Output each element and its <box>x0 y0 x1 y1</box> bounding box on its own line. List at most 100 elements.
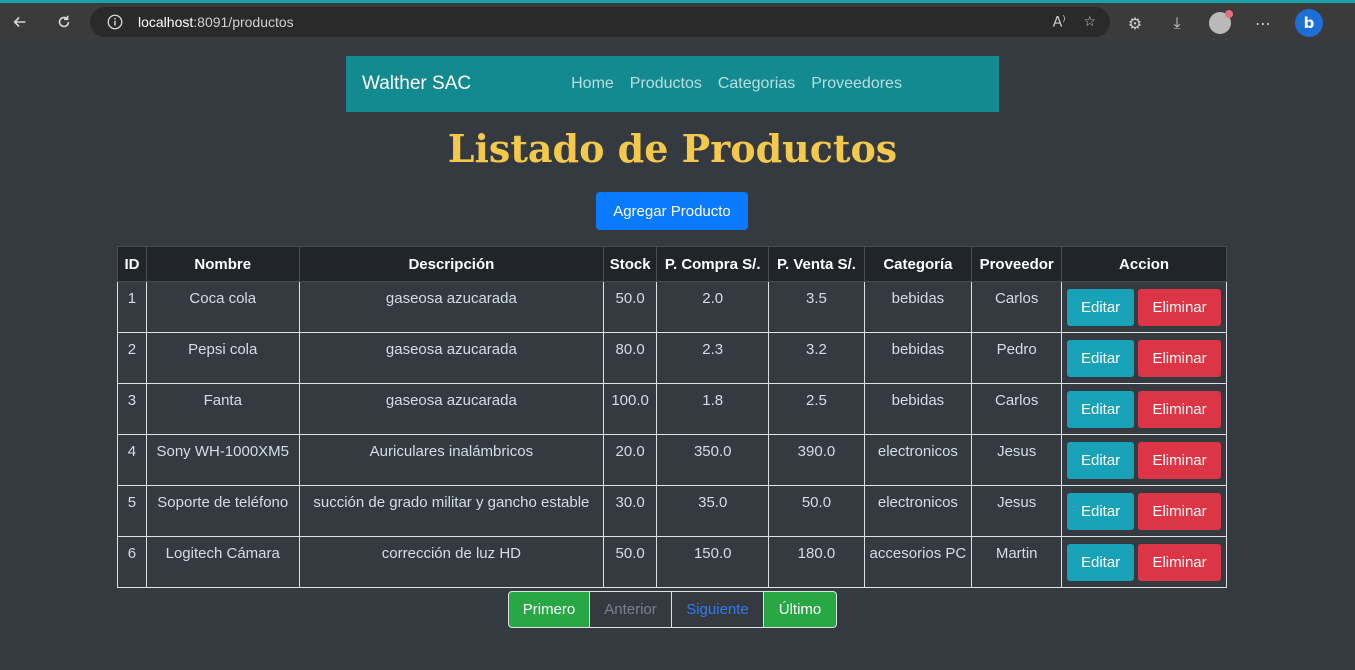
cell-categoria: accesorios PC <box>863 536 973 588</box>
delete-button[interactable]: Eliminar <box>1138 288 1222 326</box>
delete-button[interactable]: Eliminar <box>1138 390 1222 428</box>
cell-id: 5 <box>117 485 147 537</box>
browser-toolbar: localhost:8091/productos A) ☆ ⚙ ⤓ ⋯ b <box>0 0 1355 40</box>
delete-button[interactable]: Eliminar <box>1138 492 1222 530</box>
refresh-icon[interactable] <box>50 8 78 36</box>
table-row: 1 Coca cola gaseosa azucarada 50.0 2.0 3.5 beb… <box>117 281 1227 333</box>
header-categoria: Categoría <box>863 246 973 282</box>
pagination-previous[interactable]: Anterior <box>590 591 672 628</box>
cell-precio-compra: 35.0 <box>656 485 770 537</box>
nav-link-productos[interactable]: Productos <box>630 75 702 93</box>
header-venta: P. Venta S/. <box>768 246 865 282</box>
header-id: ID <box>117 246 147 282</box>
bing-icon[interactable]: b <box>1295 9 1323 37</box>
edit-button[interactable]: Editar <box>1067 390 1135 428</box>
profile-avatar[interactable] <box>1209 10 1233 34</box>
cell-precio-venta: 50.0 <box>768 485 865 537</box>
cell-stock: 100.0 <box>603 383 658 435</box>
table-row: 3 Fanta gaseosa azucarada 100.0 1.8 2.5 bebida… <box>117 383 1227 435</box>
cell-actions: Editar Eliminar <box>1061 485 1227 537</box>
cell-descripcion: gaseosa azucarada <box>298 281 605 333</box>
cell-descripcion: succión de grado militar y gancho establ… <box>298 485 605 537</box>
cell-actions: Editar Eliminar <box>1061 332 1227 384</box>
pagination-next[interactable]: Siguiente <box>672 591 764 628</box>
pagination: Primero Anterior Siguiente Último <box>508 591 837 628</box>
edit-button[interactable]: Editar <box>1067 288 1135 326</box>
cell-precio-compra: 150.0 <box>656 536 770 588</box>
cell-descripcion: corrección de luz HD <box>298 536 605 588</box>
table-row: 6 Logitech Cámara corrección de luz HD 50.0… <box>117 536 1227 588</box>
cell-proveedor: Martin <box>971 536 1063 588</box>
cell-actions: Editar Eliminar <box>1061 383 1227 435</box>
cell-id: 6 <box>117 536 147 588</box>
products-table: ID Nombre Descripción Stock P. Compra S/… <box>117 246 1227 588</box>
cell-stock: 50.0 <box>603 281 658 333</box>
edit-button[interactable]: Editar <box>1067 441 1135 479</box>
cell-proveedor: Jesus <box>971 434 1063 486</box>
cell-precio-compra: 1.8 <box>656 383 770 435</box>
table-header-row: ID Nombre Descripción Stock P. Compra S/… <box>117 246 1227 282</box>
cell-id: 1 <box>117 281 147 333</box>
cell-categoria: bebidas <box>863 332 973 384</box>
address-bar[interactable]: localhost:8091/productos A) ☆ <box>90 7 1110 37</box>
page-title: Listado de Productos <box>447 126 898 171</box>
cell-actions: Editar Eliminar <box>1061 434 1227 486</box>
header-nombre: Nombre <box>145 246 300 282</box>
header-proveedor: Proveedor <box>971 246 1063 282</box>
navbar-brand[interactable]: Walther SAC <box>362 73 471 95</box>
edit-button[interactable]: Editar <box>1067 339 1135 377</box>
cell-stock: 20.0 <box>603 434 658 486</box>
table-row: 5 Soporte de teléfono succión de grado mil… <box>117 485 1227 537</box>
cell-proveedor: Carlos <box>971 383 1063 435</box>
cell-nombre: Sony WH-1000XM5 <box>145 434 300 486</box>
more-icon[interactable]: ⋯ <box>1253 13 1273 33</box>
cell-categoria: bebidas <box>863 383 973 435</box>
cell-stock: 80.0 <box>603 332 658 384</box>
table-row: 4 Sony WH-1000XM5 Auriculares inalámbricos… <box>117 434 1227 486</box>
cell-proveedor: Carlos <box>971 281 1063 333</box>
cell-nombre: Fanta <box>145 383 300 435</box>
info-icon[interactable] <box>106 13 124 31</box>
cell-id: 4 <box>117 434 147 486</box>
cell-nombre: Logitech Cámara <box>145 536 300 588</box>
edit-button[interactable]: Editar <box>1067 492 1135 530</box>
favorite-icon[interactable]: ☆ <box>1083 14 1096 31</box>
cell-descripcion: gaseosa azucarada <box>298 332 605 384</box>
back-icon[interactable] <box>6 8 34 36</box>
pagination-first[interactable]: Primero <box>508 591 590 628</box>
delete-button[interactable]: Eliminar <box>1138 543 1222 581</box>
header-stock: Stock <box>603 246 658 282</box>
cell-precio-compra: 350.0 <box>656 434 770 486</box>
edit-button[interactable]: Editar <box>1067 543 1135 581</box>
cell-actions: Editar Eliminar <box>1061 281 1227 333</box>
cell-stock: 30.0 <box>603 485 658 537</box>
cell-categoria: electronicos <box>863 485 973 537</box>
download-icon[interactable]: ⤓ <box>1167 13 1187 33</box>
cell-actions: Editar Eliminar <box>1061 536 1227 588</box>
cell-id: 2 <box>117 332 147 384</box>
cell-nombre: Coca cola <box>145 281 300 333</box>
delete-button[interactable]: Eliminar <box>1138 441 1222 479</box>
nav-link-proveedores[interactable]: Proveedores <box>811 75 902 93</box>
app-navbar: Walther SAC Home Productos Categorias Pr… <box>346 56 999 112</box>
cell-nombre: Soporte de teléfono <box>145 485 300 537</box>
nav-link-home[interactable]: Home <box>571 75 614 93</box>
add-product-button[interactable]: Agregar Producto <box>596 192 748 230</box>
nav-link-categorias[interactable]: Categorias <box>718 75 795 93</box>
cell-precio-venta: 180.0 <box>768 536 865 588</box>
pagination-last[interactable]: Último <box>764 591 837 628</box>
navbar-links: Home Productos Categorias Proveedores <box>571 75 902 93</box>
cell-proveedor: Pedro <box>971 332 1063 384</box>
cell-descripcion: Auriculares inalámbricos <box>298 434 605 486</box>
extensions-icon[interactable]: ⚙ <box>1125 13 1145 33</box>
cell-proveedor: Jesus <box>971 485 1063 537</box>
read-aloud-icon[interactable]: A) <box>1053 14 1066 31</box>
cell-precio-venta: 2.5 <box>768 383 865 435</box>
cell-precio-compra: 2.0 <box>656 281 770 333</box>
url-text[interactable]: localhost:8091/productos <box>138 14 294 30</box>
cell-nombre: Pepsi cola <box>145 332 300 384</box>
cell-categoria: bebidas <box>863 281 973 333</box>
cell-precio-venta: 3.2 <box>768 332 865 384</box>
delete-button[interactable]: Eliminar <box>1138 339 1222 377</box>
cell-categoria: electronicos <box>863 434 973 486</box>
